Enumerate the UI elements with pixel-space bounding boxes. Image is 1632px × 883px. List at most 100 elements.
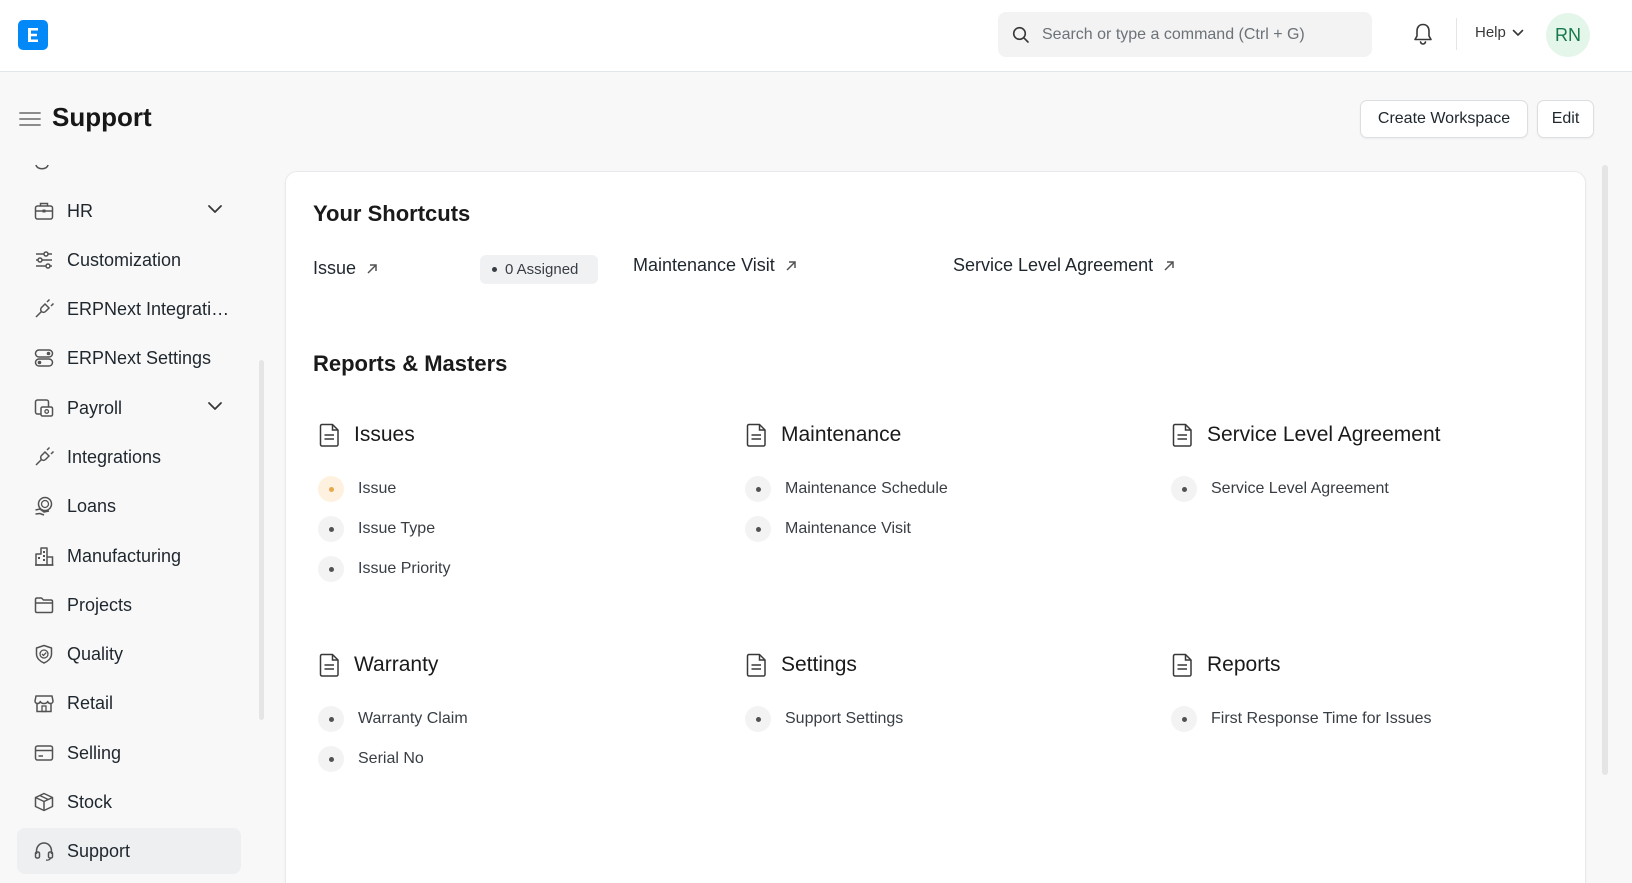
group-title: Service Level Agreement [1207, 423, 1441, 446]
chevron-down-icon[interactable] [207, 401, 223, 411]
link-service-level-agreement[interactable]: Service Level Agreement [1171, 475, 1389, 503]
box-icon [34, 792, 54, 812]
link-issue[interactable]: Issue [318, 475, 396, 503]
document-icon [1172, 653, 1192, 677]
edit-button[interactable]: Edit [1537, 100, 1594, 138]
search-bar[interactable]: Search or type a command (Ctrl + G) [998, 12, 1372, 57]
document-icon [319, 653, 339, 677]
link-label: First Response Time for Issues [1211, 710, 1432, 727]
sidebar-item-label: ERPNext Settings [67, 347, 212, 368]
cash-icon [34, 399, 54, 417]
sidebar-item-label: Quality [67, 643, 124, 664]
link-issue-priority[interactable]: Issue Priority [318, 555, 450, 583]
link-label: Support Settings [785, 710, 904, 727]
sidebar-item-support[interactable]: Support [17, 828, 241, 874]
sidebar-item-hr[interactable]: HR [17, 188, 241, 234]
chevron-down-icon [1512, 29, 1524, 36]
sidebar-item-payroll[interactable]: Payroll [17, 385, 241, 431]
card-icon [34, 745, 54, 761]
group-title: Reports [1207, 653, 1281, 676]
link-warranty-claim[interactable]: Warranty Claim [318, 705, 468, 733]
link-maintenance-schedule[interactable]: Maintenance Schedule [745, 475, 948, 503]
link-maintenance-visit[interactable]: Maintenance Visit [745, 515, 911, 543]
bullet-dot-icon [745, 706, 771, 732]
loan-icon [35, 496, 53, 516]
group-title: Maintenance [781, 423, 902, 446]
shortcut-label: Issue [313, 258, 357, 278]
sidebar-item-label: Integrations [67, 446, 162, 467]
group-header: Settings [745, 650, 1145, 680]
sidebar-item-manufacturing[interactable]: Manufacturing [17, 533, 241, 579]
badge-dot [492, 267, 497, 272]
page-scrollbar[interactable] [1602, 165, 1608, 775]
sidebar-item-integrations[interactable]: Integrations [17, 434, 241, 480]
link-label: Serial No [358, 750, 424, 767]
reports-masters-title: Reports & Masters [313, 351, 508, 376]
sidebar-item-projects[interactable]: Projects [17, 582, 241, 628]
badge-label: 0 Assigned [505, 261, 579, 278]
card-group-warranty: Warranty Warranty Claim Serial No [318, 650, 718, 772]
arrow-up-right-icon [367, 263, 377, 274]
sidebar-item-stock[interactable]: Stock [17, 779, 241, 825]
navbar: Search or type a command (Ctrl + G) Help… [0, 0, 1632, 72]
sidebar-item-label: Selling [67, 742, 122, 763]
card-group-reports: Reports First Response Time for Issues [1171, 650, 1571, 732]
link-label: Issue Type [358, 520, 436, 537]
bullet-dot-icon [318, 516, 344, 542]
partial-item-icon [35, 164, 49, 170]
sidebar-item-selling[interactable]: Selling [17, 730, 241, 776]
warning-dot-icon [318, 476, 344, 502]
link-support-settings[interactable]: Support Settings [745, 705, 903, 733]
document-icon [746, 653, 766, 677]
card-group-settings: Settings Support Settings [745, 650, 1145, 732]
toggle-icon [34, 349, 54, 367]
link-first-response-time-for-issues[interactable]: First Response Time for Issues [1171, 705, 1432, 733]
group-title: Settings [781, 653, 857, 676]
plug-icon [35, 446, 55, 466]
shield-check-icon [35, 644, 53, 664]
sidebar-item-label: Support [67, 840, 131, 861]
sidebar-item-loans[interactable]: Loans [17, 483, 241, 529]
bullet-dot-icon [318, 706, 344, 732]
sidebar-item-label: Projects [67, 594, 133, 615]
sidebar-item-customization[interactable]: Customization [17, 237, 241, 283]
user-avatar[interactable]: RN [1546, 13, 1590, 57]
shortcut-issue[interactable]: Issue [313, 258, 378, 279]
sidebar-item-label: Manufacturing [67, 545, 182, 566]
assigned-count-badge[interactable]: 0 Assigned [480, 255, 598, 284]
link-label: Service Level Agreement [1211, 480, 1389, 497]
sidebar-toggle-icon[interactable] [19, 110, 41, 128]
erpnext-logo-icon [28, 28, 38, 42]
avatar-initials: RN [1555, 24, 1581, 45]
sidebar-item-retail[interactable]: Retail [17, 680, 241, 726]
search-icon [1012, 26, 1029, 43]
create-workspace-button[interactable]: Create Workspace [1360, 100, 1528, 138]
help-dropdown[interactable]: Help [1475, 24, 1524, 41]
sidebar-item-quality[interactable]: Quality [17, 631, 241, 677]
document-icon [319, 423, 339, 447]
sidebar: HR Customization ERPNext Integrations ER… [0, 160, 260, 883]
shortcut-maintenance-visit[interactable]: Maintenance Visit [633, 255, 797, 276]
chevron-down-icon[interactable] [207, 204, 223, 214]
link-issue-type[interactable]: Issue Type [318, 515, 435, 543]
arrow-up-right-icon [786, 260, 796, 271]
link-label: Warranty Claim [358, 710, 468, 727]
link-serial-no[interactable]: Serial No [318, 745, 424, 773]
app-logo[interactable] [18, 20, 48, 50]
link-label: Maintenance Visit [785, 520, 911, 537]
bullet-dot-icon [1171, 476, 1197, 502]
group-header: Maintenance [745, 420, 1145, 450]
sidebar-item-label: Stock [67, 791, 113, 812]
document-icon [746, 423, 766, 447]
bullet-dot-icon [318, 556, 344, 582]
shortcut-service-level-agreement[interactable]: Service Level Agreement [953, 255, 1175, 276]
sidebar-item-erpnext-settings[interactable]: ERPNext Settings [17, 335, 241, 381]
arrow-up-right-icon [1164, 260, 1174, 271]
card-group-issues: Issues Issue Issue Type Issue Priority [318, 420, 718, 582]
sidebar-item-erpnext-integrations[interactable]: ERPNext Integrations [17, 286, 241, 332]
sidebar-item-label: Loans [67, 495, 117, 516]
notification-bell-icon[interactable] [1412, 22, 1434, 46]
group-header: Warranty [318, 650, 718, 680]
group-header: Issues [318, 420, 718, 450]
sidebar-scrollbar[interactable] [259, 360, 264, 720]
